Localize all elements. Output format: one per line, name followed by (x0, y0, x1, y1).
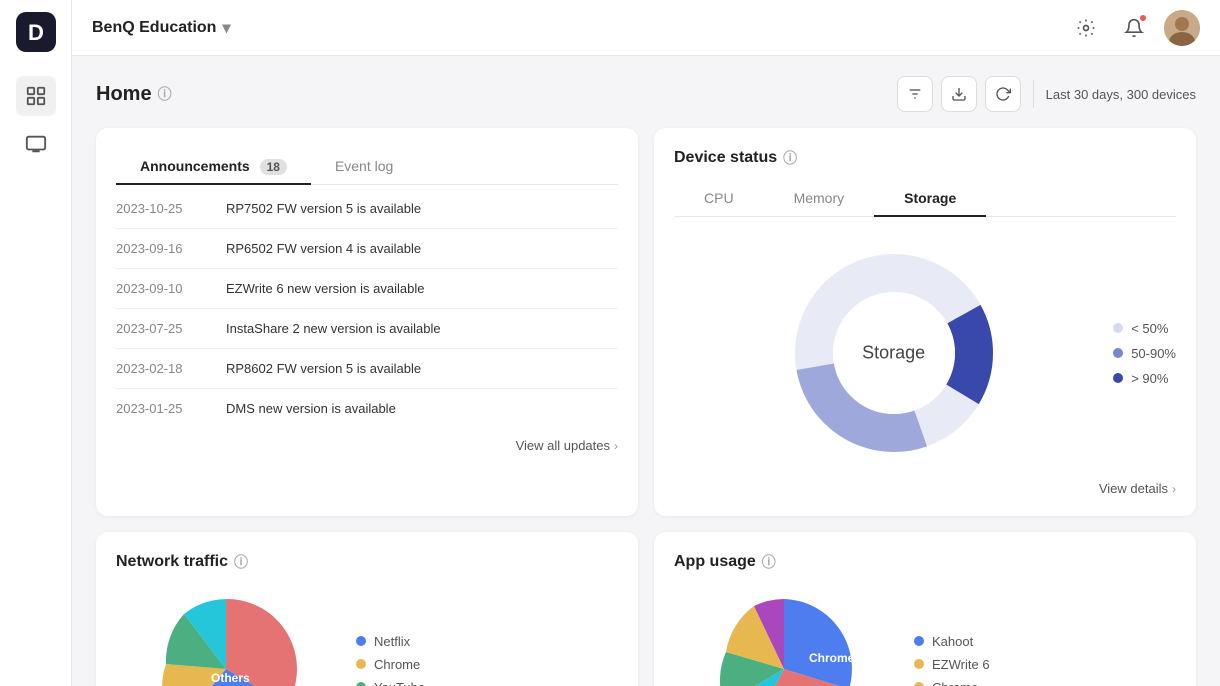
view-all-updates: View all updates › (116, 428, 618, 453)
network-pie-chart: Others Netflix (116, 584, 336, 686)
org-name[interactable]: BenQ Education ▾ (92, 18, 230, 38)
main-content: BenQ Education ▾ (72, 0, 1220, 686)
tab-cpu[interactable]: CPU (674, 180, 764, 216)
page-body: Home ⓘ (72, 56, 1220, 686)
sidebar-item-devices[interactable] (16, 124, 56, 164)
view-all-link[interactable]: View all updates › (116, 438, 618, 453)
legend-dot-chrome-app (914, 682, 924, 686)
legend-dot-netflix (356, 636, 366, 646)
sidebar: D (0, 0, 72, 686)
storage-legend: < 50% 50-90% > 90% (1113, 321, 1176, 386)
logo[interactable]: D (16, 12, 56, 52)
legend-kahoot: Kahoot (914, 634, 990, 649)
announcements-tabs: Announcements 18 Event log (116, 148, 618, 185)
legend-youtube: YouTube (356, 680, 425, 686)
svg-text:Chrome: Chrome (809, 651, 855, 665)
app-usage-title: App usage ⓘ (674, 552, 1176, 572)
network-traffic-title: Network traffic ⓘ (116, 552, 618, 572)
announcement-item-1: 2023-10-25 RP7502 FW version 5 is availa… (116, 189, 618, 229)
app-usage-legend: Kahoot EZWrite 6 Chrome (914, 634, 990, 686)
legend-dot-low (1113, 323, 1123, 333)
device-status-title: Device status ⓘ (674, 148, 1176, 168)
tab-storage[interactable]: Storage (874, 180, 986, 216)
view-details-link[interactable]: View details › (674, 481, 1176, 496)
legend-item-high: > 90% (1113, 371, 1176, 386)
refresh-button[interactable] (985, 76, 1021, 112)
announcement-item-3: 2023-09-10 EZWrite 6 new version is avai… (116, 269, 618, 309)
legend-dot-chrome (356, 659, 366, 669)
legend-dot-high (1113, 373, 1123, 383)
app-usage-card: App usage ⓘ (654, 532, 1196, 686)
date-range-label: Last 30 days, 300 devices (1046, 87, 1196, 102)
chevron-down-icon: ▾ (222, 18, 230, 38)
notifications-button[interactable] (1116, 10, 1152, 46)
device-status-tabs: CPU Memory Storage (674, 180, 1176, 217)
legend-chrome-app: Chrome (914, 680, 990, 686)
legend-dot-kahoot (914, 636, 924, 646)
divider (1033, 80, 1034, 108)
app-usage-info-icon: ⓘ (762, 552, 776, 572)
chevron-right-icon: › (614, 439, 618, 453)
network-chart-area: Others Netflix Netflix Chrome (116, 584, 618, 686)
legend-chrome: Chrome (356, 657, 425, 672)
info-icon: ⓘ (158, 84, 172, 104)
legend-netflix: Netflix (356, 634, 425, 649)
tab-memory[interactable]: Memory (764, 180, 875, 216)
header-actions (1068, 10, 1200, 46)
announcements-badge: 18 (260, 159, 287, 175)
settings-button[interactable] (1068, 10, 1104, 46)
legend-ezwrite: EZWrite 6 (914, 657, 990, 672)
device-status-info-icon: ⓘ (783, 148, 797, 168)
page-actions: Last 30 days, 300 devices (897, 76, 1196, 112)
tab-event-log[interactable]: Event log (311, 148, 417, 184)
storage-chart-label: Storage (862, 343, 925, 364)
announcement-item-4: 2023-07-25 InstaShare 2 new version is a… (116, 309, 618, 349)
org-name-label: BenQ Education (92, 19, 216, 37)
storage-donut-chart: Storage (784, 243, 1004, 463)
legend-dot-mid (1113, 348, 1123, 358)
network-traffic-card: Network traffic ⓘ (96, 532, 638, 686)
network-legend: Netflix Chrome YouTube (356, 634, 425, 686)
announcement-item-2: 2023-09-16 RP6502 FW version 4 is availa… (116, 229, 618, 269)
legend-item-low: < 50% (1113, 321, 1176, 336)
svg-text:D: D (28, 20, 44, 45)
page-title: Home ⓘ (96, 83, 172, 106)
avatar[interactable] (1164, 10, 1200, 46)
announcements-card: Announcements 18 Event log 2023-10-25 RP… (96, 128, 638, 516)
device-status-card: Device status ⓘ CPU Memory Storage (654, 128, 1196, 516)
tab-announcements[interactable]: Announcements 18 (116, 148, 311, 184)
app-usage-chart-area: Chrome Kahoot EZWrite 6 (674, 584, 1176, 686)
legend-dot-youtube (356, 682, 366, 686)
page-header: Home ⓘ (96, 76, 1196, 112)
legend-dot-ezwrite (914, 659, 924, 669)
download-button[interactable] (941, 76, 977, 112)
sidebar-item-dashboard[interactable] (16, 76, 56, 116)
announcement-item-6: 2023-01-25 DMS new version is available (116, 389, 618, 428)
filter-button[interactable] (897, 76, 933, 112)
dashboard-grid: Announcements 18 Event log 2023-10-25 RP… (96, 128, 1196, 686)
app-usage-pie-chart: Chrome (674, 584, 894, 686)
announcements-list: 2023-10-25 RP7502 FW version 5 is availa… (116, 189, 618, 428)
announcement-item-5: 2023-02-18 RP8602 FW version 5 is availa… (116, 349, 618, 389)
network-info-icon: ⓘ (234, 552, 248, 572)
header: BenQ Education ▾ (72, 0, 1220, 56)
svg-text:Others: Others (211, 671, 250, 685)
legend-item-mid: 50-90% (1113, 346, 1176, 361)
view-details: View details › (674, 473, 1176, 496)
storage-chart-area: Storage < 50% 50-90% (674, 233, 1176, 473)
chevron-right-icon: › (1172, 482, 1176, 496)
